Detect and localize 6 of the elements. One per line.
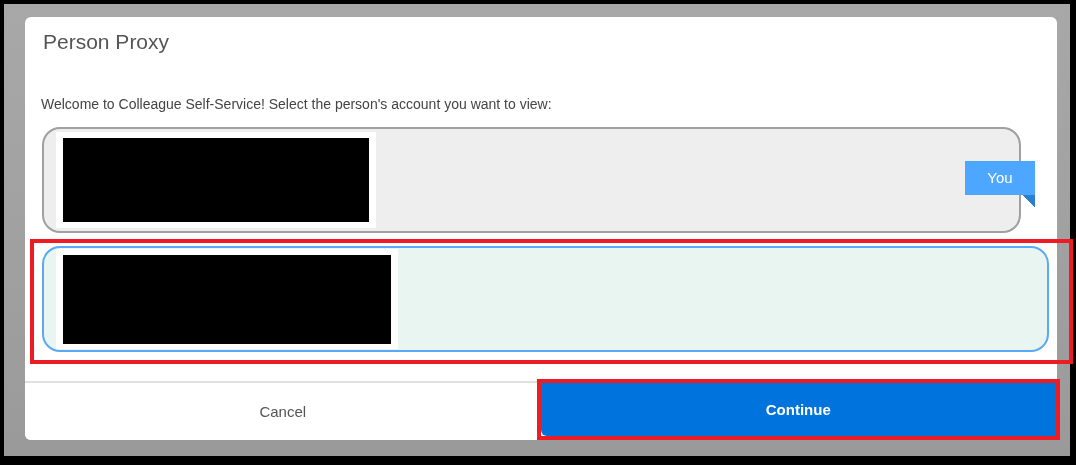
ribbon-badge: You xyxy=(965,161,1035,207)
account-option[interactable] xyxy=(42,127,1021,233)
continue-button[interactable]: Continue xyxy=(540,383,1056,436)
account-option[interactable] xyxy=(42,246,1049,352)
prompt-text: Welcome to Colleague Self-Service! Select the person's account you want to view: xyxy=(41,96,552,112)
dialog-title: Person Proxy xyxy=(42,29,171,55)
